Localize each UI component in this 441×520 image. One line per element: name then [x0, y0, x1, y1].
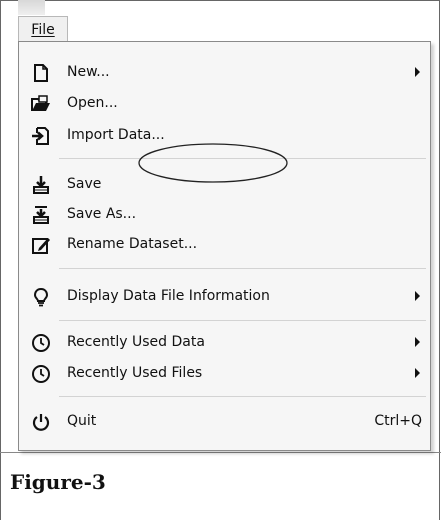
clock-icon — [31, 333, 51, 353]
menu-separator — [59, 268, 426, 269]
save-icon — [31, 175, 51, 195]
lightbulb-icon — [31, 287, 51, 307]
file-menu-dropdown: New... Open... Import Data... Save Save … — [18, 41, 431, 451]
divider — [0, 452, 441, 453]
submenu-arrow-icon — [415, 368, 420, 378]
save-as-icon — [31, 205, 51, 225]
highlight-ellipse — [138, 143, 288, 183]
menu-item-recently-used-files[interactable]: Recently Used Files — [19, 357, 430, 390]
menu-item-label: Recently Used Data — [67, 334, 205, 350]
submenu-arrow-icon — [415, 67, 420, 77]
menu-item-rename-dataset[interactable]: Rename Dataset... — [19, 228, 430, 261]
power-icon — [31, 412, 51, 432]
clock-icon — [31, 364, 51, 384]
menu-item-label: Quit — [67, 413, 97, 429]
app-tab — [18, 0, 45, 15]
menu-item-label: Import Data... — [67, 127, 165, 143]
menu-separator — [59, 396, 426, 397]
menu-separator — [59, 320, 426, 321]
menu-item-recently-used-data[interactable]: Recently Used Data — [19, 326, 430, 359]
import-icon — [31, 126, 51, 146]
menu-item-label: Open... — [67, 95, 118, 111]
shortcut-text: Ctrl+Q — [374, 413, 422, 429]
submenu-arrow-icon — [415, 337, 420, 347]
menu-item-label: Display Data File Information — [67, 288, 270, 304]
menu-item-label: Save — [67, 176, 102, 192]
figure-caption: Figure-3 — [10, 470, 106, 494]
file-menu-button[interactable]: File — [18, 16, 68, 42]
menu-item-new[interactable]: New... — [19, 56, 430, 89]
submenu-arrow-icon — [415, 291, 420, 301]
rename-icon — [31, 235, 51, 255]
menu-item-open[interactable]: Open... — [19, 87, 430, 120]
menu-item-quit[interactable]: Quit Ctrl+Q — [19, 405, 430, 438]
menu-item-display-data-file-information[interactable]: Display Data File Information — [19, 280, 430, 313]
menu-item-save-as[interactable]: Save As... — [19, 198, 430, 231]
new-file-icon — [31, 63, 51, 83]
menu-item-label: Save As... — [67, 206, 137, 222]
menu-item-label: New... — [67, 64, 110, 80]
menu-item-label: Recently Used Files — [67, 365, 203, 381]
file-menu-label: File — [31, 22, 55, 38]
menu-item-label: Rename Dataset... — [67, 236, 198, 252]
open-folder-icon — [31, 94, 51, 114]
